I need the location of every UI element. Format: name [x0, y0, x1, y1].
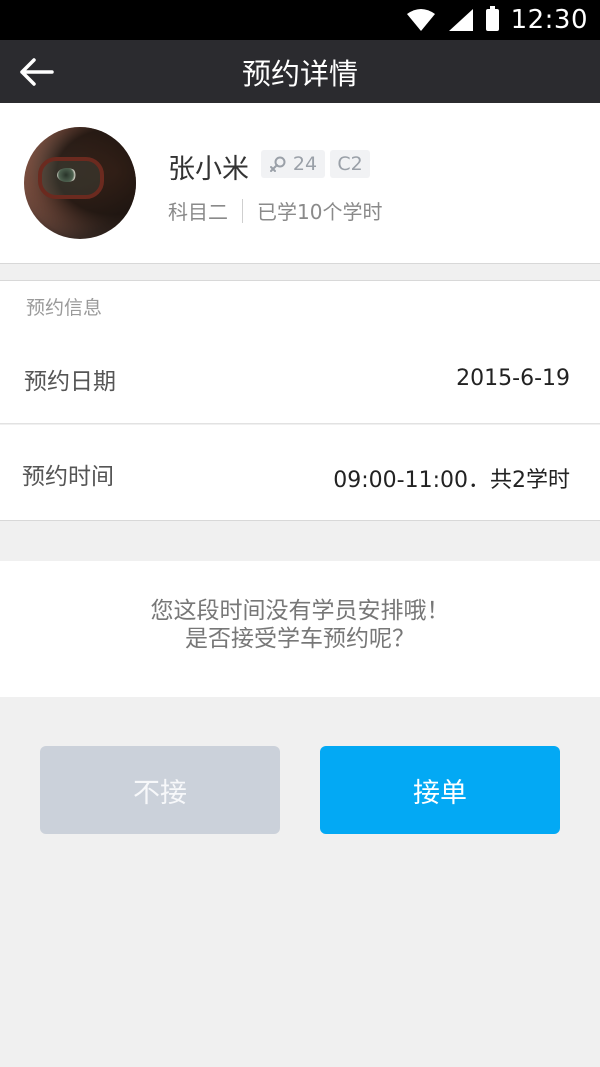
reject-button[interactable]: 不接: [40, 746, 280, 834]
student-profile-card: 张小米 24 C2 科目二 已学10个学时: [0, 103, 600, 264]
avatar[interactable]: [24, 127, 136, 239]
notice-line-1: 您这段时间没有学员安排哦！: [150, 598, 450, 624]
student-name: 张小米: [168, 154, 249, 185]
signal-icon: [448, 9, 473, 31]
date-value: 2015-6-19: [456, 366, 570, 391]
booking-date-row: 预约日期 2015-6-19: [0, 328, 600, 424]
booking-time-row: 预约时间 09:00-11:00．共2学时: [0, 425, 600, 521]
divider: [242, 198, 243, 223]
status-time: 12:30: [510, 5, 588, 35]
accept-button[interactable]: 接单: [320, 746, 560, 834]
notice-message: 您这段时间没有学员安排哦！ 是否接受学车预约呢？: [0, 561, 600, 697]
avatar-eye: [57, 168, 77, 182]
hours-learned: 已学10个学时: [257, 200, 383, 224]
student-progress: 科目二 已学10个学时: [168, 196, 382, 225]
battery-icon: [485, 6, 499, 31]
time-value: 09:00-11:00．共2学时: [333, 468, 570, 493]
license-badge: C2: [330, 150, 370, 178]
subject-label: 科目二: [168, 200, 228, 224]
age-value: 24: [292, 153, 318, 175]
time-label: 预约时间: [22, 464, 114, 490]
nav-bar: 预约详情: [0, 40, 600, 103]
booking-section-header: 预约信息: [0, 280, 600, 329]
notice-line-2: 是否接受学车预约呢？: [185, 626, 415, 652]
female-icon: [269, 156, 286, 172]
date-label: 预约日期: [24, 369, 116, 395]
status-bar: 12:30: [0, 0, 600, 40]
section-title: 预约信息: [26, 297, 103, 319]
age-badge: 24: [261, 150, 325, 178]
wifi-icon: [406, 9, 435, 31]
page-title: 预约详情: [241, 56, 358, 91]
status-icons: 12:30: [406, 4, 588, 36]
